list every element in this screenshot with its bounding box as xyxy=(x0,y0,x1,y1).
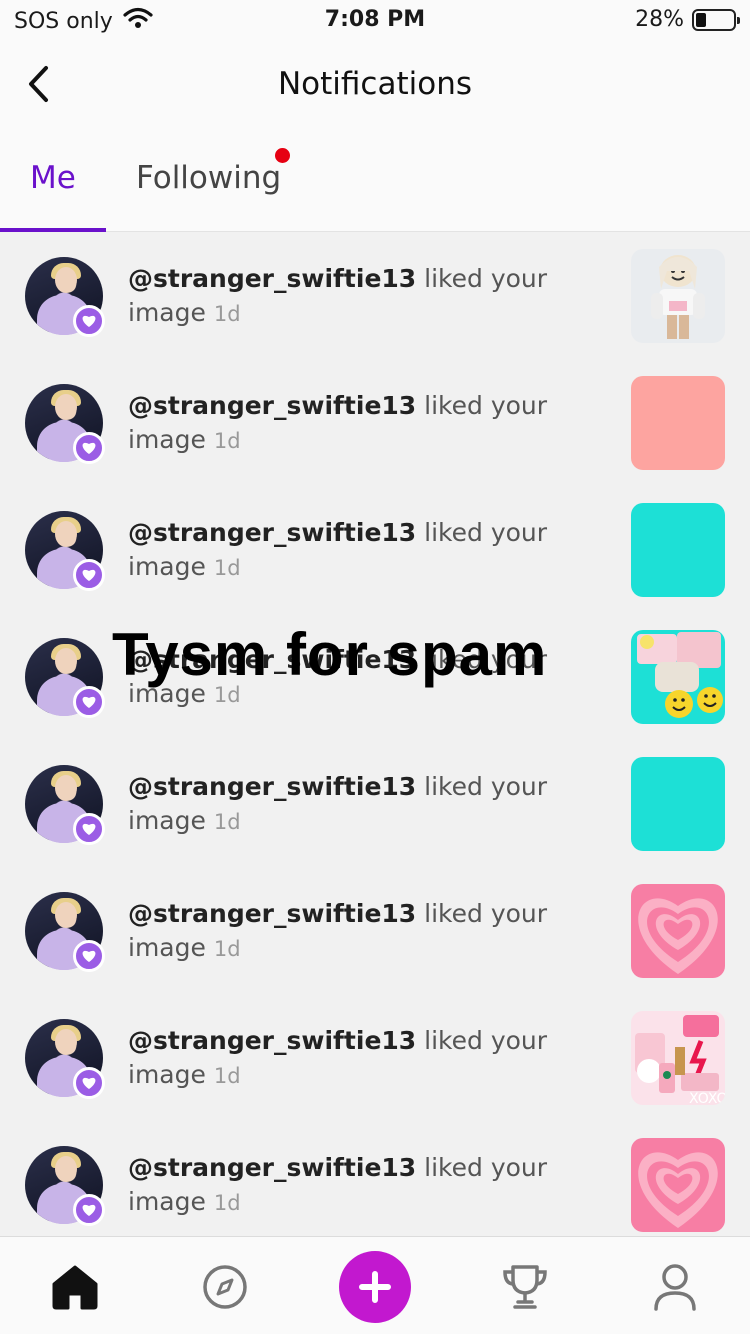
avatar-face xyxy=(55,521,77,547)
overlay-caption: Tysm for spam xyxy=(112,621,548,688)
home-tab[interactable] xyxy=(45,1257,105,1317)
timestamp: 1d xyxy=(213,810,241,834)
like-badge xyxy=(73,432,105,464)
trophy-tab[interactable] xyxy=(495,1257,555,1317)
page-title: Notifications xyxy=(277,66,473,102)
heart-icon xyxy=(82,823,96,835)
timestamp: 1d xyxy=(213,937,241,961)
notification-action: liked your xyxy=(424,899,548,928)
post-thumbnail[interactable] xyxy=(631,630,725,724)
post-thumbnail[interactable] xyxy=(631,884,725,978)
like-badge xyxy=(73,1067,105,1099)
notification-row[interactable]: @stranger_swiftie13 liked your image 1d XOX… xyxy=(0,994,750,1121)
notification-action: liked your xyxy=(424,772,548,801)
notification-row[interactable]: @stranger_swiftie13 liked your image 1d xyxy=(0,359,750,486)
avatar-face xyxy=(55,902,77,928)
timestamp: 1d xyxy=(213,556,241,580)
battery-level-fill xyxy=(696,12,706,27)
explore-tab[interactable] xyxy=(195,1257,255,1317)
notification-action: liked your xyxy=(424,264,548,293)
notification-object: image xyxy=(128,552,206,581)
heart-icon xyxy=(82,950,96,962)
notification-text: @stranger_swiftie13 liked your image 1d xyxy=(128,389,548,458)
username-link[interactable]: @stranger_swiftie13 xyxy=(128,899,416,928)
like-badge xyxy=(73,813,105,845)
notification-row[interactable]: @stranger_swiftie13 liked your image 1d xyxy=(0,740,750,867)
profile-tab[interactable] xyxy=(645,1257,705,1317)
notification-text: @stranger_swiftie13 liked your image 1d xyxy=(128,770,548,839)
add-icon xyxy=(359,1271,391,1303)
heart-icon xyxy=(82,1077,96,1089)
notification-text: @stranger_swiftie13 liked your image 1d xyxy=(128,1151,548,1220)
notification-list[interactable]: @stranger_swiftie13 liked your image 1d @st… xyxy=(0,232,750,1236)
notification-row[interactable]: @stranger_swiftie13 liked your image 1d xyxy=(0,486,750,613)
username-link[interactable]: @stranger_swiftie13 xyxy=(128,1153,416,1182)
add-button[interactable] xyxy=(339,1251,411,1323)
notification-action: liked your xyxy=(424,518,548,547)
like-badge xyxy=(73,686,105,718)
post-thumbnail[interactable] xyxy=(631,1138,725,1232)
status-bar: SOS only 7:08 PM 28% xyxy=(0,0,750,40)
tab-me[interactable]: Me xyxy=(30,160,76,196)
notification-text: @stranger_swiftie13 liked your image 1d xyxy=(128,897,548,966)
post-thumbnail[interactable]: XOXO xyxy=(631,1011,725,1105)
avatar-face xyxy=(55,1029,77,1055)
home-icon xyxy=(52,1265,98,1310)
timestamp: 1d xyxy=(213,302,241,326)
username-link[interactable]: @stranger_swiftie13 xyxy=(128,264,416,293)
unread-dot xyxy=(275,148,290,163)
heart-icon xyxy=(82,1204,96,1216)
notification-object: image xyxy=(128,298,206,327)
notification-object: image xyxy=(128,1187,206,1216)
notification-row[interactable]: @stranger_swiftie13 liked your image 1d xyxy=(0,1121,750,1236)
trophy-icon xyxy=(503,1265,547,1309)
notification-row[interactable]: @stranger_swiftie13 liked your image 1d xyxy=(0,232,750,359)
notification-text: @stranger_swiftie13 liked your image 1d xyxy=(128,516,548,585)
battery-icon xyxy=(692,8,740,31)
timestamp: 1d xyxy=(213,1191,241,1215)
post-thumbnail[interactable] xyxy=(631,757,725,851)
like-badge xyxy=(73,940,105,972)
notification-row[interactable]: @stranger_swiftie13 liked your image 1d xyxy=(0,867,750,994)
profile-icon xyxy=(654,1264,696,1311)
notification-tabs: Me Following xyxy=(0,130,750,232)
notification-object: image xyxy=(128,806,206,835)
heart-icon xyxy=(82,315,96,327)
avatar-face xyxy=(55,1156,77,1182)
battery-percent: 28% xyxy=(635,7,684,32)
avatar-face xyxy=(55,775,77,801)
status-right: 28% xyxy=(635,7,740,32)
notification-action: liked your xyxy=(424,1026,548,1055)
avatar-face xyxy=(55,394,77,420)
timestamp: 1d xyxy=(213,429,241,453)
post-thumbnail[interactable] xyxy=(631,249,725,343)
notification-text: @stranger_swiftie13 liked your image 1d xyxy=(128,1024,548,1093)
username-link[interactable]: @stranger_swiftie13 xyxy=(128,772,416,801)
notification-object: image xyxy=(128,1060,206,1089)
heart-icon xyxy=(82,696,96,708)
post-thumbnail[interactable] xyxy=(631,503,725,597)
username-link[interactable]: @stranger_swiftie13 xyxy=(128,391,416,420)
notification-action: liked your xyxy=(424,1153,548,1182)
tab-following[interactable]: Following xyxy=(136,160,281,196)
bottom-tab-bar xyxy=(0,1236,750,1334)
username-link[interactable]: @stranger_swiftie13 xyxy=(128,518,416,547)
heart-icon xyxy=(82,442,96,454)
username-link[interactable]: @stranger_swiftie13 xyxy=(128,1026,416,1055)
notification-text: @stranger_swiftie13 liked your image 1d xyxy=(128,262,548,331)
post-thumbnail[interactable] xyxy=(631,376,725,470)
like-badge xyxy=(73,559,105,591)
svg-text:XOXO: XOXO xyxy=(689,1091,725,1105)
avatar-face xyxy=(55,648,77,674)
nav-bar: Notifications xyxy=(0,40,750,130)
like-badge xyxy=(73,1194,105,1226)
notification-object: image xyxy=(128,933,206,962)
explore-compass-icon xyxy=(203,1265,247,1309)
timestamp: 1d xyxy=(213,1064,241,1088)
heart-icon xyxy=(82,569,96,581)
avatar-face xyxy=(55,267,77,293)
notification-action: liked your xyxy=(424,391,548,420)
like-badge xyxy=(73,305,105,337)
notification-object: image xyxy=(128,425,206,454)
